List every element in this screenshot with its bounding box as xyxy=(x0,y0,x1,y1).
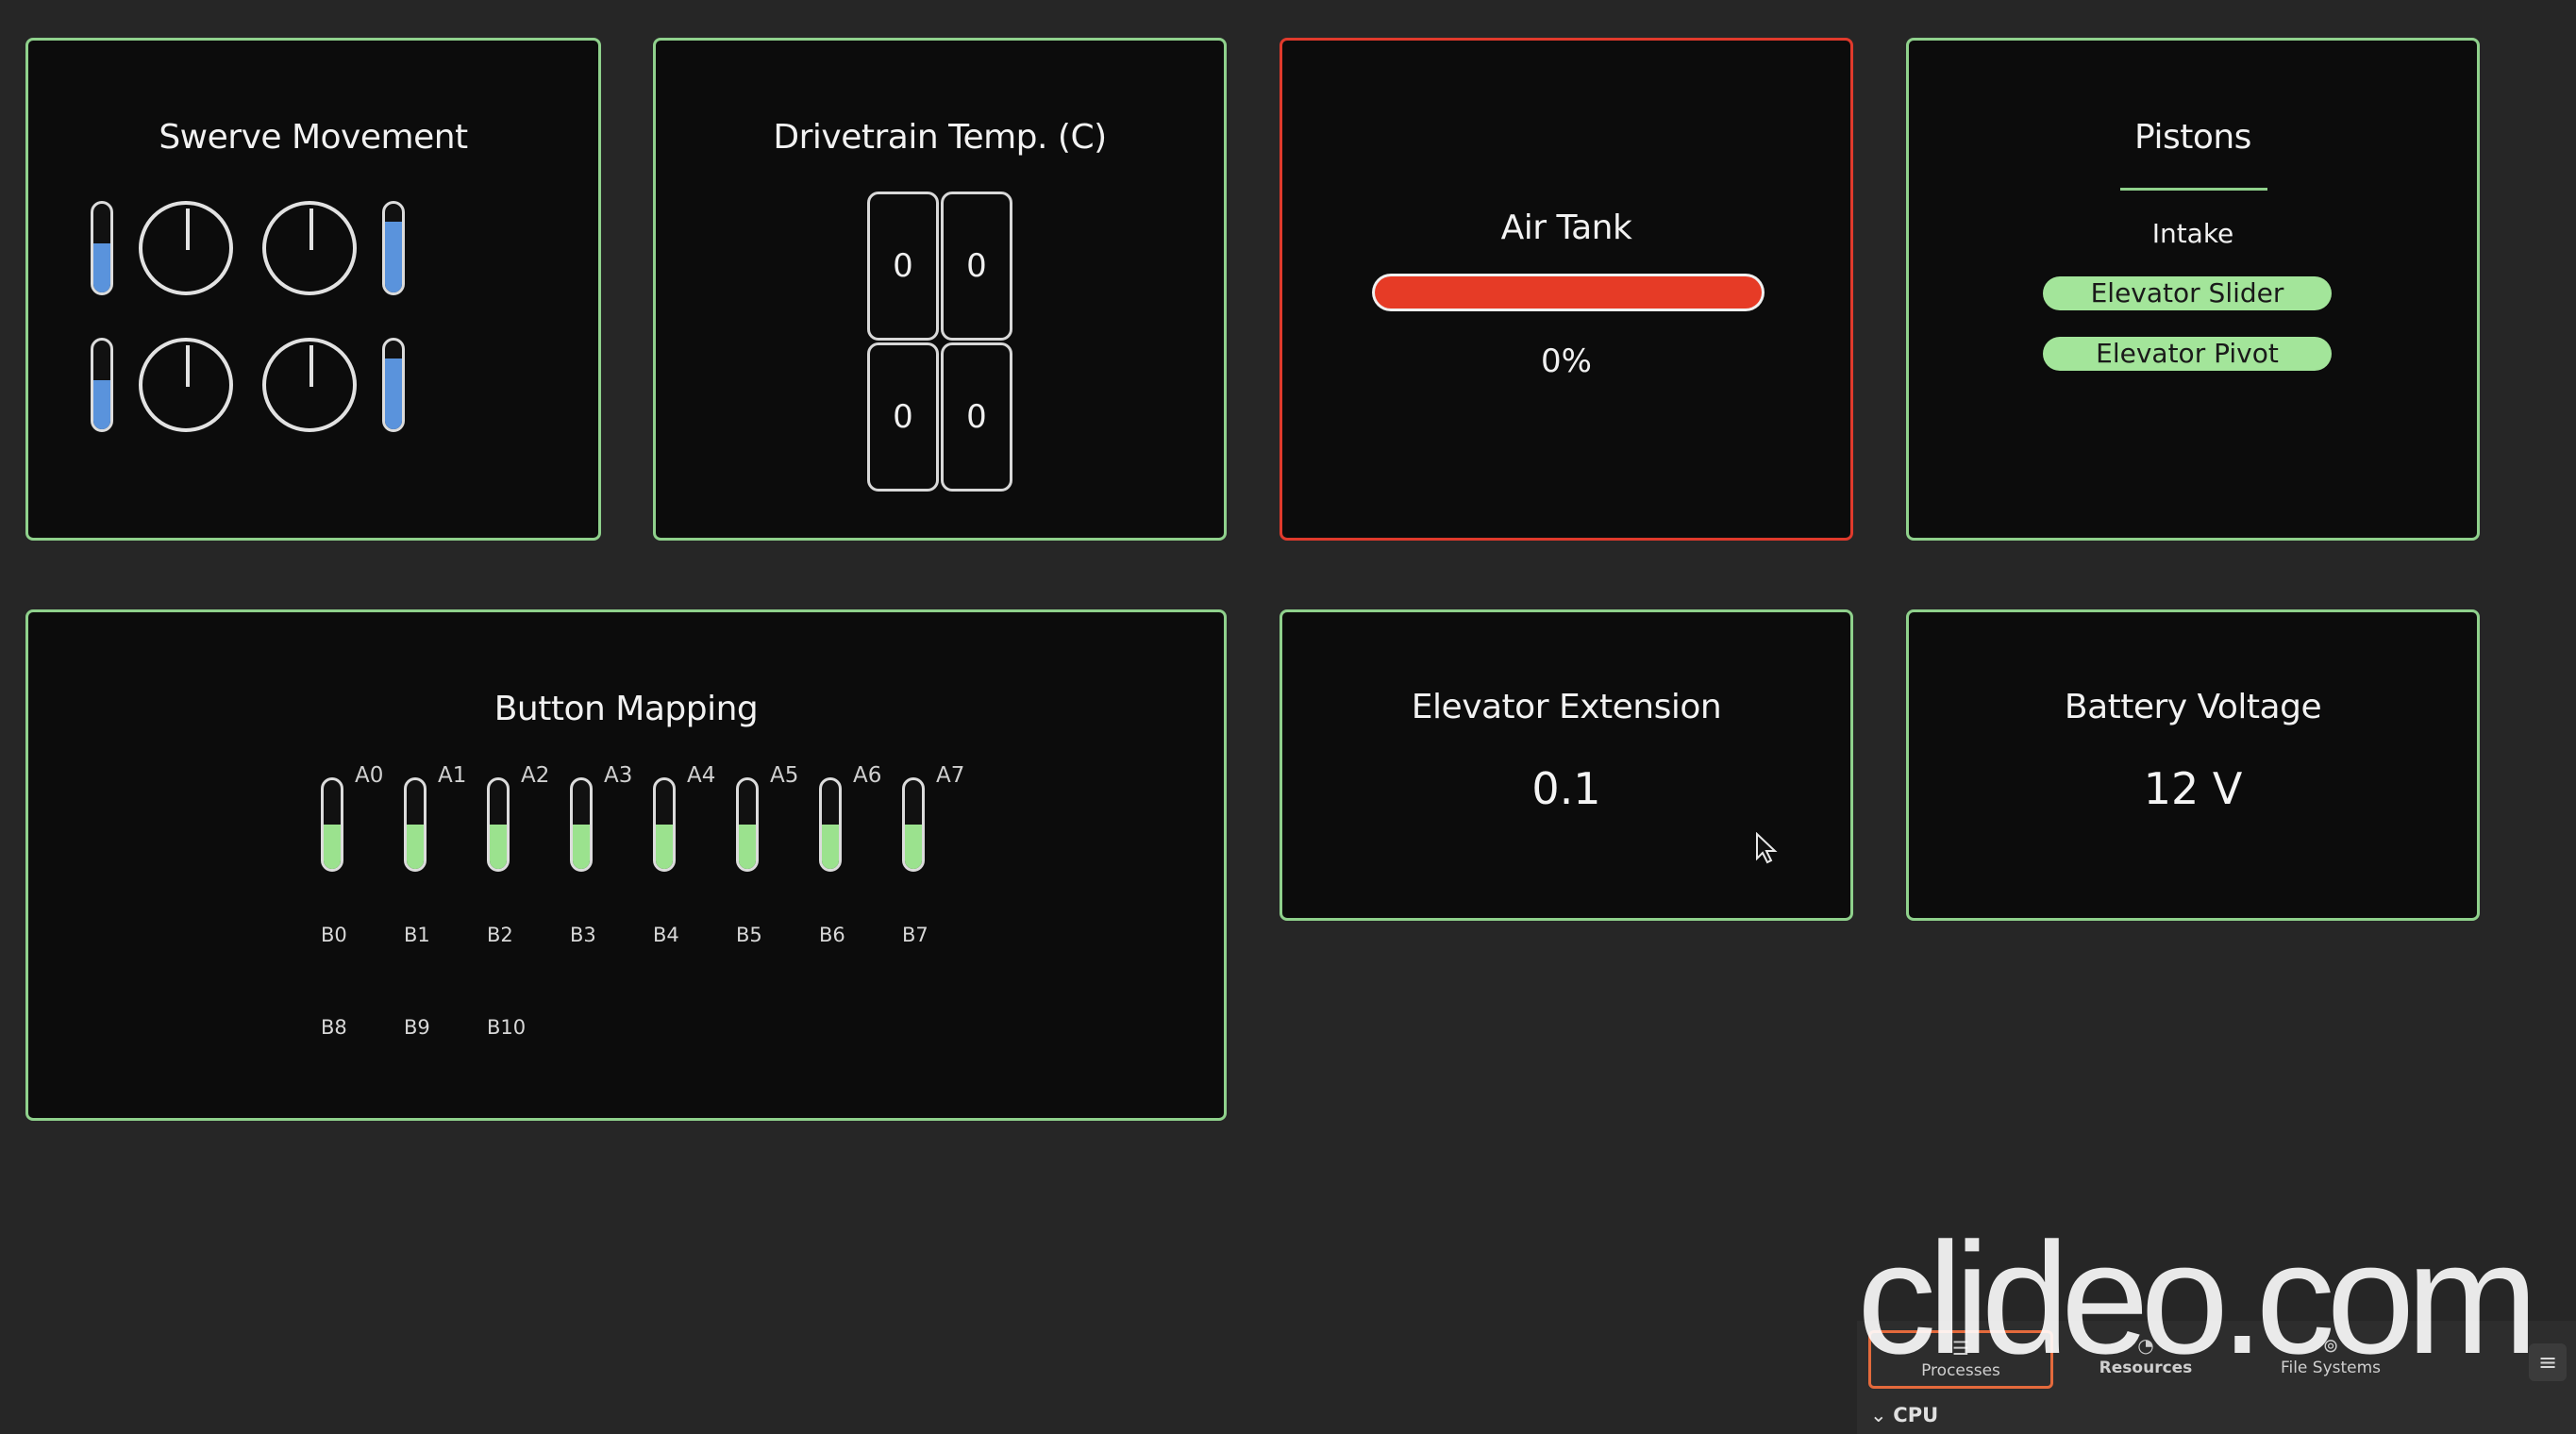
piston-intake-label: Intake xyxy=(2151,218,2234,249)
temp-cell-back-left: 0 xyxy=(867,342,939,492)
piston-elevator-pivot: Elevator Pivot xyxy=(2043,337,2332,371)
hamburger-menu-icon[interactable]: ≡ xyxy=(2529,1343,2567,1381)
swerve-speed-fill xyxy=(385,221,402,292)
swerve-speed-fill xyxy=(385,358,402,429)
axis-bar-a1 xyxy=(404,777,427,872)
drivetrain-temp-panel: Drivetrain Temp. (C) 0 0 0 0 xyxy=(653,38,1227,541)
swerve-speed-fill xyxy=(93,243,110,292)
chevron-down-icon: ⌄ xyxy=(1870,1404,1887,1426)
axis-bar-a2 xyxy=(487,777,510,872)
axis-label: A1 xyxy=(438,763,467,788)
battery-voltage-value: 12 V xyxy=(2143,763,2243,814)
drivetrain-temp-title: Drivetrain Temp. (C) xyxy=(773,118,1107,157)
axis-fill xyxy=(407,825,424,869)
swerve-speed-bar-fr xyxy=(382,201,405,295)
swerve-speed-fill xyxy=(93,380,110,429)
air-tank-title: Air Tank xyxy=(1500,208,1632,247)
air-tank-pressure-bar xyxy=(1375,276,1762,308)
temp-cell-front-right: 0 xyxy=(941,192,1012,341)
battery-voltage-panel: Battery Voltage 12 V xyxy=(1906,609,2480,921)
axis-label: A4 xyxy=(687,763,716,788)
mouse-cursor-icon xyxy=(1756,832,1778,864)
button-label-b3: B3 xyxy=(570,924,596,946)
swerve-speed-bar-br xyxy=(382,338,405,432)
air-tank-value: 0% xyxy=(1541,342,1592,380)
cpu-section-label: CPU xyxy=(1893,1404,1939,1426)
piston-elevator-slider: Elevator Slider xyxy=(2043,276,2332,310)
axis-fill xyxy=(905,825,922,869)
axis-bar-a7 xyxy=(902,777,925,872)
elevator-extension-title: Elevator Extension xyxy=(1411,688,1722,726)
air-tank-panel: Air Tank 0% xyxy=(1280,38,1853,541)
axis-label: A6 xyxy=(853,763,882,788)
button-label-b1: B1 xyxy=(404,924,430,946)
pistons-panel: Pistons Intake Elevator Slider Elevator … xyxy=(1906,38,2480,541)
button-label-b4: B4 xyxy=(653,924,679,946)
button-mapping-title: Button Mapping xyxy=(493,690,759,728)
axis-bar-a5 xyxy=(736,777,759,872)
axis-fill xyxy=(324,825,341,869)
pistons-divider xyxy=(2120,188,2267,191)
pistons-title: Pistons xyxy=(2134,118,2251,157)
swerve-angle-gauge-fl xyxy=(139,201,233,295)
swerve-speed-bar-bl xyxy=(91,338,113,432)
cpu-section-toggle[interactable]: ⌄ CPU xyxy=(1870,1404,1938,1426)
swerve-angle-gauge-bl xyxy=(139,338,233,432)
button-label-b9: B9 xyxy=(404,1016,430,1039)
swerve-angle-gauge-fr xyxy=(262,201,357,295)
button-label-b5: B5 xyxy=(736,924,762,946)
swerve-movement-title: Swerve Movement xyxy=(159,118,468,157)
button-label-b10: B10 xyxy=(487,1016,527,1039)
axis-fill xyxy=(822,825,839,869)
button-label-b2: B2 xyxy=(487,924,513,946)
temp-cell-back-right: 0 xyxy=(941,342,1012,492)
axis-fill xyxy=(573,825,590,869)
axis-label: A2 xyxy=(521,763,550,788)
elevator-extension-panel: Elevator Extension 0.1 xyxy=(1280,609,1853,921)
elevator-extension-value: 0.1 xyxy=(1531,763,1601,814)
button-label-b8: B8 xyxy=(321,1016,347,1039)
axis-label: A5 xyxy=(770,763,799,788)
axis-label: A7 xyxy=(936,763,965,788)
button-label-b7: B7 xyxy=(902,924,928,946)
swerve-angle-gauge-br xyxy=(262,338,357,432)
axis-fill xyxy=(739,825,756,869)
axis-bar-a0 xyxy=(321,777,343,872)
axis-fill xyxy=(490,825,507,869)
button-label-b0: B0 xyxy=(321,924,347,946)
swerve-speed-bar-fl xyxy=(91,201,113,295)
battery-voltage-title: Battery Voltage xyxy=(2064,688,2322,726)
axis-fill xyxy=(656,825,673,869)
swerve-movement-panel: Swerve Movement xyxy=(25,38,601,541)
temp-cell-front-left: 0 xyxy=(867,192,939,341)
button-label-b6: B6 xyxy=(819,924,845,946)
axis-label: A3 xyxy=(604,763,633,788)
axis-bar-a4 xyxy=(653,777,676,872)
axis-label: A0 xyxy=(355,763,384,788)
button-mapping-panel: Button Mapping A0 A1 A2 A3 A4 A5 A6 A7 B0 B1 B2 B3… xyxy=(25,609,1227,1121)
axis-bar-a3 xyxy=(570,777,593,872)
axis-bar-a6 xyxy=(819,777,842,872)
watermark-logo: clideo.com xyxy=(1857,1209,2538,1387)
